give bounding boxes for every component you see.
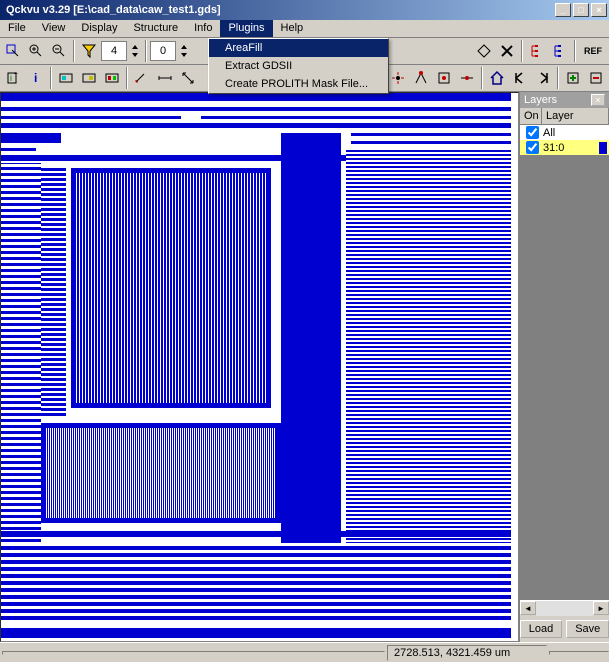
view2-icon[interactable] [78, 67, 100, 89]
view1-icon[interactable] [55, 67, 77, 89]
menu-plugins[interactable]: Plugins [220, 20, 272, 37]
tree-icon[interactable] [526, 40, 548, 62]
home-icon[interactable] [486, 67, 508, 89]
statusbar: 2728.513, 4321.459 um [0, 642, 609, 662]
svg-text:+: + [14, 71, 18, 78]
layers-col-layer[interactable]: Layer [542, 108, 609, 124]
view3-icon[interactable] [101, 67, 123, 89]
layer-checkbox-all[interactable] [526, 126, 539, 139]
snap4-icon[interactable] [456, 67, 478, 89]
status-empty [2, 651, 385, 655]
filter-icon[interactable] [78, 40, 100, 62]
add-box-icon[interactable] [562, 67, 584, 89]
status-coords: 2728.513, 4321.459 um [387, 645, 547, 661]
tree2-icon[interactable] [549, 40, 571, 62]
layer-row-31-0[interactable]: 31:0 [520, 140, 609, 155]
zero-spin[interactable] [177, 40, 191, 62]
window-title: Qckvu v3.29 [E:\cad_data\caw_test1.gds] [2, 4, 555, 16]
layers-panel-title: Layers × [520, 92, 609, 108]
info-icon[interactable]: i [25, 67, 47, 89]
prev-icon[interactable] [509, 67, 531, 89]
svg-text:i: i [34, 71, 37, 85]
layers-header: On Layer [520, 108, 609, 125]
next-icon[interactable] [532, 67, 554, 89]
measure1-icon[interactable] [131, 67, 153, 89]
menu-display[interactable]: Display [73, 20, 125, 37]
remove-box-icon[interactable] [585, 67, 607, 89]
layer-checkbox-31-0[interactable] [526, 141, 539, 154]
titlebar: Qckvu v3.29 [E:\cad_data\caw_test1.gds] … [0, 0, 609, 20]
x-icon[interactable] [496, 40, 518, 62]
svg-text:i: i [10, 73, 12, 83]
snap3-icon[interactable] [433, 67, 455, 89]
menu-file[interactable]: File [0, 20, 34, 37]
layers-panel: Layers × On Layer All 31:0 ◄ ► Load [519, 92, 609, 642]
maximize-button[interactable]: □ [573, 3, 589, 17]
measure2-icon[interactable] [154, 67, 176, 89]
snap1-icon[interactable] [387, 67, 409, 89]
layers-hscroll[interactable]: ◄ ► [520, 600, 609, 616]
layer-color-swatch [599, 142, 607, 154]
layer-row-all[interactable]: All [520, 125, 609, 140]
zoom-out-icon[interactable] [48, 40, 70, 62]
scroll-left-button[interactable]: ◄ [520, 601, 536, 615]
dropdown-prolith[interactable]: Create PROLITH Mask File... [209, 75, 388, 93]
layer-label: All [543, 127, 555, 139]
layers-col-on[interactable]: On [520, 108, 542, 124]
diamond-icon[interactable] [473, 40, 495, 62]
layout-canvas[interactable] [0, 92, 519, 642]
menu-structure[interactable]: Structure [125, 20, 186, 37]
zoom-in-icon[interactable] [25, 40, 47, 62]
menu-help[interactable]: Help [273, 20, 312, 37]
snap2-icon[interactable] [410, 67, 432, 89]
dropdown-extract-gdsii[interactable]: Extract GDSII [209, 57, 388, 75]
close-button[interactable]: × [591, 3, 607, 17]
layers-title-text: Layers [524, 94, 557, 106]
load-button[interactable]: Load [520, 620, 562, 638]
levels-spin[interactable] [128, 40, 142, 62]
plugins-dropdown: AreaFill Extract GDSII Create PROLITH Ma… [208, 38, 389, 94]
zoom-select-icon[interactable] [2, 40, 24, 62]
menu-view[interactable]: View [34, 20, 74, 37]
layers-scroll-area [520, 155, 609, 600]
save-button[interactable]: Save [566, 620, 609, 638]
info-plus-icon[interactable]: i+ [2, 67, 24, 89]
menu-info[interactable]: Info [186, 20, 220, 37]
layer-label: 31:0 [543, 142, 599, 154]
menubar: File View Display Structure Info Plugins… [0, 20, 609, 38]
minimize-button[interactable]: _ [555, 3, 571, 17]
levels-input[interactable] [101, 41, 127, 61]
zero-input[interactable] [150, 41, 176, 61]
main-area: Layers × On Layer All 31:0 ◄ ► Load [0, 92, 609, 642]
layers-close-button[interactable]: × [591, 94, 605, 106]
scroll-right-button[interactable]: ► [593, 601, 609, 615]
measure3-icon[interactable] [177, 67, 199, 89]
status-extra [549, 651, 609, 655]
ref-button[interactable]: REF [579, 40, 607, 62]
dropdown-areafill[interactable]: AreaFill [209, 39, 388, 57]
